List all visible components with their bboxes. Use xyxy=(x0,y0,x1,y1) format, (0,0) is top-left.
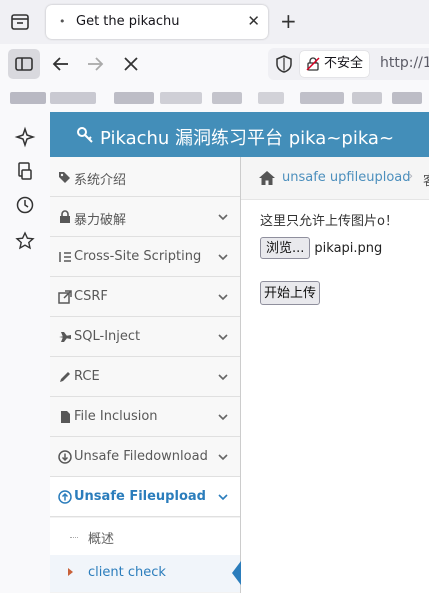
active-pointer xyxy=(232,561,241,585)
navigation-toolbar: 不安全 http://1 xyxy=(0,44,429,84)
nav-item-rce[interactable]: RCE xyxy=(50,357,240,397)
blurred-bookmark[interactable] xyxy=(114,92,154,104)
nav-label: Cross-Site Scripting xyxy=(74,249,202,264)
file-input[interactable]: 浏览... pikapi.png xyxy=(260,237,382,261)
breadcrumb: unsafe upfileupload › 客 xyxy=(241,157,429,200)
nav-label: 暴力破解 xyxy=(74,213,127,228)
nav-item-file-inclusion[interactable]: File Inclusion xyxy=(50,397,240,437)
nav-item-brute-force[interactable]: 暴力破解 xyxy=(50,197,240,237)
nav-label: Unsafe Fileupload xyxy=(74,489,206,504)
chevron-down-icon xyxy=(218,414,228,421)
nav-item-intro[interactable]: 系统介绍 xyxy=(50,157,240,197)
nav-item-unsafe-fileupload[interactable]: Unsafe Fileupload xyxy=(50,477,240,517)
sub-item-client-check[interactable]: client check xyxy=(50,555,241,592)
key-icon xyxy=(77,127,93,143)
sub-item-label: client check xyxy=(88,565,166,580)
sub-item-label: 概述 xyxy=(88,532,115,547)
stop-loading-icon[interactable] xyxy=(120,53,142,75)
sidebar-toggle-button[interactable] xyxy=(8,49,40,79)
nav-label: Unsafe Filedownload xyxy=(74,449,208,464)
selected-file-name: pikapi.png xyxy=(314,241,383,256)
lock-icon xyxy=(60,210,70,223)
site-security-button[interactable]: 不安全 xyxy=(300,51,370,77)
forward-arrow-icon[interactable] xyxy=(84,53,106,75)
home-icon[interactable] xyxy=(258,170,276,186)
tab-list-icon[interactable] xyxy=(8,10,32,34)
blurred-bookmark[interactable] xyxy=(50,92,96,104)
nav-label: CSRF xyxy=(74,289,108,304)
nav-label: File Inclusion xyxy=(74,409,158,424)
tree-connector xyxy=(70,537,78,538)
blurred-bookmark[interactable] xyxy=(300,92,344,104)
nav-label: SQL-Inject xyxy=(74,329,141,344)
tab-title: Get the pikachu xyxy=(76,14,180,29)
history-clock-icon[interactable] xyxy=(14,194,36,216)
chevron-down-icon xyxy=(218,334,228,341)
new-tab-icon[interactable]: + xyxy=(280,9,297,33)
nav-item-unsafe-filedownload[interactable]: Unsafe Filedownload xyxy=(50,437,240,477)
back-arrow-icon[interactable] xyxy=(50,53,72,75)
sidebar-icon xyxy=(15,57,33,71)
chevron-down-icon xyxy=(218,494,228,501)
blurred-bookmark[interactable] xyxy=(212,92,242,104)
nav-item-csrf[interactable]: CSRF xyxy=(50,277,240,317)
breadcrumb-link[interactable]: unsafe upfileupload xyxy=(282,170,411,185)
insecure-label: 不安全 xyxy=(324,56,364,71)
nav-label: 系统介绍 xyxy=(74,173,127,188)
sub-item-overview[interactable]: 概述 xyxy=(50,518,240,555)
upload-tip: 这里只允许上传图片o！ xyxy=(260,214,398,229)
address-bar[interactable]: 不安全 http://1 xyxy=(268,48,429,80)
brand-link[interactable]: Pikachu 漏洞练习平台 pika~pika~ xyxy=(76,124,394,150)
tracking-shield-icon[interactable] xyxy=(274,54,294,74)
chevron-down-icon xyxy=(218,214,228,221)
nav-label: RCE xyxy=(74,369,100,384)
chevron-down-icon xyxy=(218,374,228,381)
plane-icon xyxy=(59,332,71,342)
breadcrumb-separator-icon: › xyxy=(408,169,414,184)
chevron-down-icon xyxy=(218,254,228,261)
blurred-bookmark[interactable] xyxy=(160,92,202,104)
nav-item-xss[interactable]: Cross-Site Scripting xyxy=(50,237,240,277)
url-text[interactable]: http://1 xyxy=(380,55,429,71)
insecure-lock-icon xyxy=(306,57,320,71)
upload-icon xyxy=(58,490,72,504)
synced-tabs-icon[interactable] xyxy=(14,160,36,182)
browse-button[interactable]: 浏览... xyxy=(260,237,311,259)
blurred-bookmark[interactable] xyxy=(10,92,46,104)
blurred-bookmark[interactable] xyxy=(258,92,284,104)
close-tab-icon[interactable]: ✕ xyxy=(247,12,260,30)
side-navigation: 系统介绍 暴力破解 Cross-Site Scripting CSRF SQL-… xyxy=(50,157,241,593)
browser-tab-bar: • Get the pikachu ✕ + xyxy=(0,0,429,44)
indent-icon xyxy=(59,252,71,262)
browser-tab[interactable]: • Get the pikachu ✕ xyxy=(46,5,268,39)
chevron-down-icon xyxy=(218,454,228,461)
bookmarks-star-icon[interactable] xyxy=(14,230,36,252)
favicon-dot-icon: • xyxy=(59,15,66,28)
caret-right-icon xyxy=(68,568,73,576)
web-page: Pikachu 漏洞练习平台 pika~pika~ 系统介绍 暴力破解 Cros… xyxy=(50,112,429,593)
brand-title: Pikachu 漏洞练习平台 pika~pika~ xyxy=(100,128,395,149)
bookmarks-toolbar xyxy=(0,84,429,112)
page-header: Pikachu 漏洞练习平台 pika~pika~ xyxy=(50,112,429,157)
browser-sidebar xyxy=(0,112,50,593)
share-icon xyxy=(58,290,72,304)
ai-sparkle-icon[interactable] xyxy=(14,126,36,148)
pencil-icon xyxy=(60,372,70,382)
blurred-bookmark[interactable] xyxy=(352,92,382,104)
nav-item-sql-inject[interactable]: SQL-Inject xyxy=(50,317,240,357)
blurred-bookmark[interactable] xyxy=(392,92,422,104)
file-icon xyxy=(61,411,70,423)
start-upload-button[interactable]: 开始上传 xyxy=(260,281,321,305)
chevron-down-icon xyxy=(218,294,228,301)
breadcrumb-current: 客 xyxy=(423,170,429,189)
tags-icon xyxy=(59,172,70,183)
main-content: unsafe upfileupload › 客 这里只允许上传图片o！ 浏览..… xyxy=(241,157,429,593)
download-icon xyxy=(58,450,72,464)
